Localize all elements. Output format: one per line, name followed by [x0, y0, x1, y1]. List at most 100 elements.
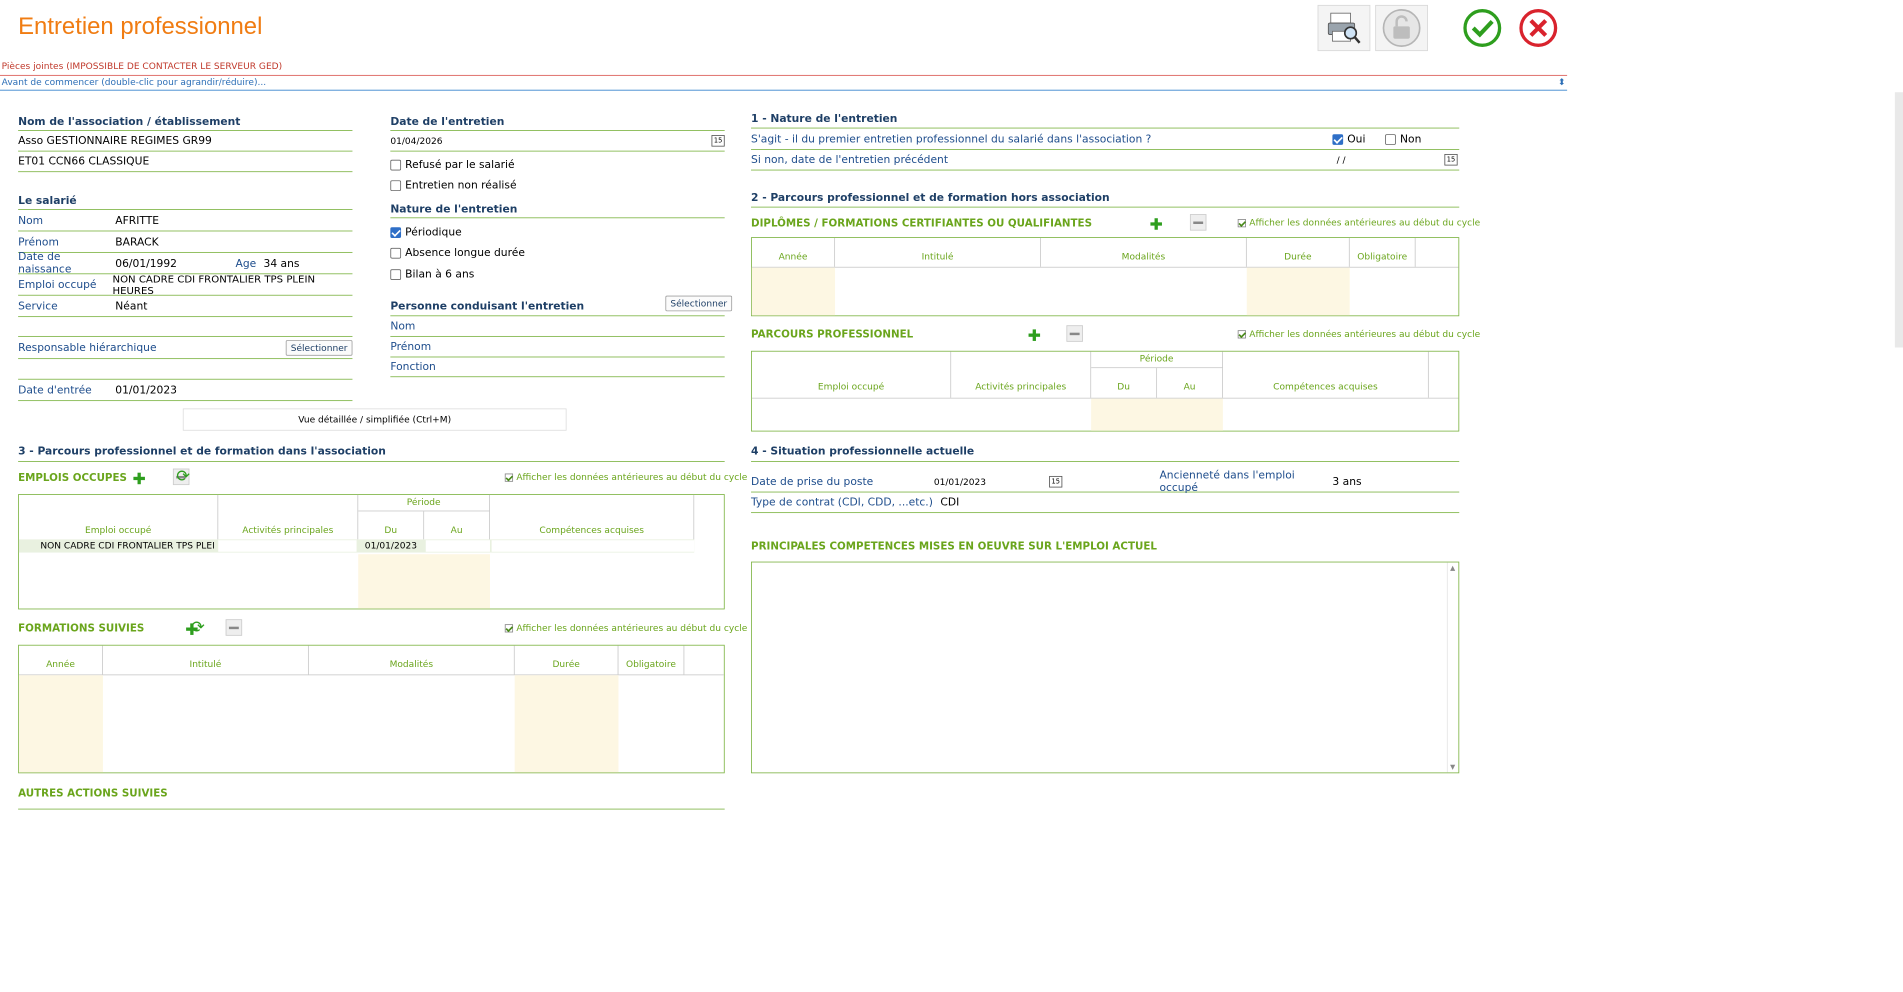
- checkbox-checked-icon: [1237, 330, 1246, 339]
- col-duree[interactable]: Durée: [515, 645, 619, 675]
- remove-icon[interactable]: [1066, 325, 1083, 342]
- collapse-icon[interactable]: ⬍: [1558, 77, 1566, 88]
- person-prenom-label: Prénom: [390, 340, 432, 353]
- dob-label: Date de naissance: [18, 251, 72, 276]
- nature-header: Nature de l'entretien: [390, 203, 518, 216]
- refresh-icon[interactable]: ⟳: [191, 617, 205, 637]
- col-competences[interactable]: Compétences acquises: [1223, 351, 1429, 398]
- person-header: Personne conduisant l'entretien: [390, 300, 585, 313]
- emplois-show-prev[interactable]: Afficher les données antérieures au débu…: [504, 471, 748, 483]
- col-duree[interactable]: Durée: [1247, 237, 1350, 267]
- periodic-label: Périodique: [405, 226, 462, 239]
- oui-checkbox[interactable]: Oui: [1332, 133, 1365, 145]
- age-label: Age: [235, 257, 257, 270]
- col-du[interactable]: Du: [358, 511, 425, 540]
- scroll-up-icon[interactable]: ▲: [1450, 564, 1455, 571]
- row-emploi: NON CADRE CDI FRONTALIER TPS PLEIN...: [40, 540, 215, 551]
- col-activites[interactable]: Activités principales: [218, 494, 359, 540]
- before-start-bar[interactable]: Avant de commencer (double-clic pour agr…: [0, 77, 1568, 91]
- competences-textarea[interactable]: ▲ ▼: [751, 561, 1460, 774]
- scrollbar[interactable]: ▲ ▼: [1446, 562, 1459, 773]
- cancel-button[interactable]: [1512, 5, 1565, 51]
- scroll-down-icon[interactable]: ▼: [1450, 763, 1455, 770]
- col-intitule[interactable]: Intitulé: [103, 645, 309, 675]
- calendar-icon[interactable]: 15: [711, 135, 725, 147]
- row-au: [425, 540, 490, 552]
- age-value: 34 ans: [263, 257, 300, 270]
- col-emploi[interactable]: Emploi occupé: [19, 494, 219, 540]
- non-checkbox[interactable]: Non: [1385, 133, 1421, 145]
- col-au[interactable]: Au: [424, 511, 490, 540]
- table-row[interactable]: NON CADRE CDI FRONTALIER TPS PLEIN... 01…: [18, 539, 695, 553]
- col-obligatoire[interactable]: Obligatoire: [1350, 237, 1416, 267]
- periodic-checkbox[interactable]: Périodique: [390, 226, 462, 239]
- person-select-button[interactable]: Sélectionner: [665, 295, 733, 312]
- col-obligatoire[interactable]: Obligatoire: [618, 645, 685, 675]
- competences-title: PRINCIPALES COMPETENCES MISES EN OEUVRE …: [751, 539, 1157, 552]
- prenom-label: Prénom: [18, 235, 59, 249]
- col-periode: Période: [358, 494, 490, 512]
- refused-checkbox[interactable]: Refusé par le salarié: [390, 158, 515, 172]
- col-emploi[interactable]: Emploi occupé: [752, 351, 952, 398]
- service-value: Néant: [115, 300, 148, 313]
- checkbox-icon: [1385, 133, 1396, 145]
- emplois-grid[interactable]: Emploi occupé Activités principales Péri…: [18, 494, 725, 610]
- prev-date-input[interactable]: / /: [1337, 154, 1346, 165]
- view-toggle-button[interactable]: Vue détaillée / simplifiée (Ctrl+M): [182, 408, 567, 431]
- formations-show-prev[interactable]: Afficher les données antérieures au débu…: [504, 623, 747, 633]
- date-header: Date de l'entretien: [390, 116, 505, 129]
- page-title: Entretien professionnel: [18, 13, 263, 40]
- checkbox-checked-icon: [504, 473, 514, 482]
- absence-checkbox[interactable]: Absence longue durée: [390, 247, 525, 259]
- bilan-checkbox[interactable]: Bilan à 6 ans: [390, 268, 475, 281]
- add-icon[interactable]: [1027, 328, 1042, 343]
- col-modalites[interactable]: Modalités: [309, 645, 515, 675]
- checkbox-icon: [390, 159, 402, 171]
- not-done-checkbox[interactable]: Entretien non réalisé: [390, 179, 517, 192]
- refused-label: Refusé par le salarié: [405, 158, 515, 172]
- diplomes-show-prev[interactable]: Afficher les données antérieures au débu…: [1237, 217, 1480, 228]
- entry-value: 01/01/2023: [115, 384, 178, 397]
- checkbox-icon: [390, 247, 402, 259]
- col-modalites[interactable]: Modalités: [1041, 237, 1247, 267]
- prise-date-input[interactable]: 01/01/2023: [934, 476, 1049, 487]
- validate-button[interactable]: [1456, 5, 1509, 51]
- show-prev-label: Afficher les données antérieures au débu…: [516, 471, 748, 483]
- employee-header: Le salarié: [18, 195, 77, 208]
- refresh-icon[interactable]: ⟳: [176, 466, 190, 486]
- page-scrollbar[interactable]: [1894, 92, 1903, 348]
- anc-value: 3 ans: [1332, 475, 1362, 488]
- section3-title: 3 - Parcours professionnel et de formati…: [18, 445, 386, 458]
- parcours-show-prev[interactable]: Afficher les données antérieures au débu…: [1237, 329, 1480, 339]
- formations-grid[interactable]: Année Intitulé Modalités Durée Obligatoi…: [18, 644, 725, 774]
- checkbox-icon: [390, 180, 402, 192]
- col-du[interactable]: Du: [1091, 368, 1158, 398]
- org-etab: ET01 CCN66 CLASSIQUE: [18, 155, 150, 168]
- col-competences[interactable]: Compétences acquises: [490, 494, 695, 540]
- interview-date-input[interactable]: 01/04/2026: [390, 135, 442, 146]
- org-header: Nom de l'association / établissement: [18, 116, 241, 129]
- checkbox-checked-icon: [1332, 133, 1344, 145]
- print-preview-button[interactable]: [1317, 4, 1371, 52]
- bilan-label: Bilan à 6 ans: [405, 268, 475, 281]
- add-icon[interactable]: [132, 471, 147, 486]
- col-activites[interactable]: Activités principales: [951, 351, 1092, 398]
- col-annee[interactable]: Année: [19, 645, 103, 675]
- attachments-bar[interactable]: Pièces jointes (IMPOSSIBLE DE CONTACTER …: [0, 61, 1568, 76]
- not-done-label: Entretien non réalisé: [405, 179, 517, 192]
- col-annee[interactable]: Année: [752, 237, 836, 267]
- col-au[interactable]: Au: [1157, 368, 1223, 398]
- diplomes-grid[interactable]: Année Intitulé Modalités Durée Obligatoi…: [751, 237, 1460, 317]
- emplois-title: EMPLOIS OCCUPES: [18, 471, 127, 484]
- calendar-icon[interactable]: 15: [1049, 475, 1063, 488]
- calendar-icon[interactable]: 15: [1444, 153, 1458, 166]
- remove-icon[interactable]: [1189, 214, 1207, 231]
- print-preview-icon: [1327, 12, 1361, 44]
- col-intitule[interactable]: Intitulé: [835, 237, 1041, 267]
- nom-label: Nom: [18, 214, 44, 227]
- add-icon[interactable]: [1148, 217, 1163, 232]
- parcours-grid[interactable]: Emploi occupé Activités principales Péri…: [751, 350, 1460, 432]
- manager-select-button[interactable]: Sélectionner: [285, 340, 353, 356]
- unlock-button[interactable]: [1375, 4, 1428, 52]
- remove-icon[interactable]: [225, 619, 243, 636]
